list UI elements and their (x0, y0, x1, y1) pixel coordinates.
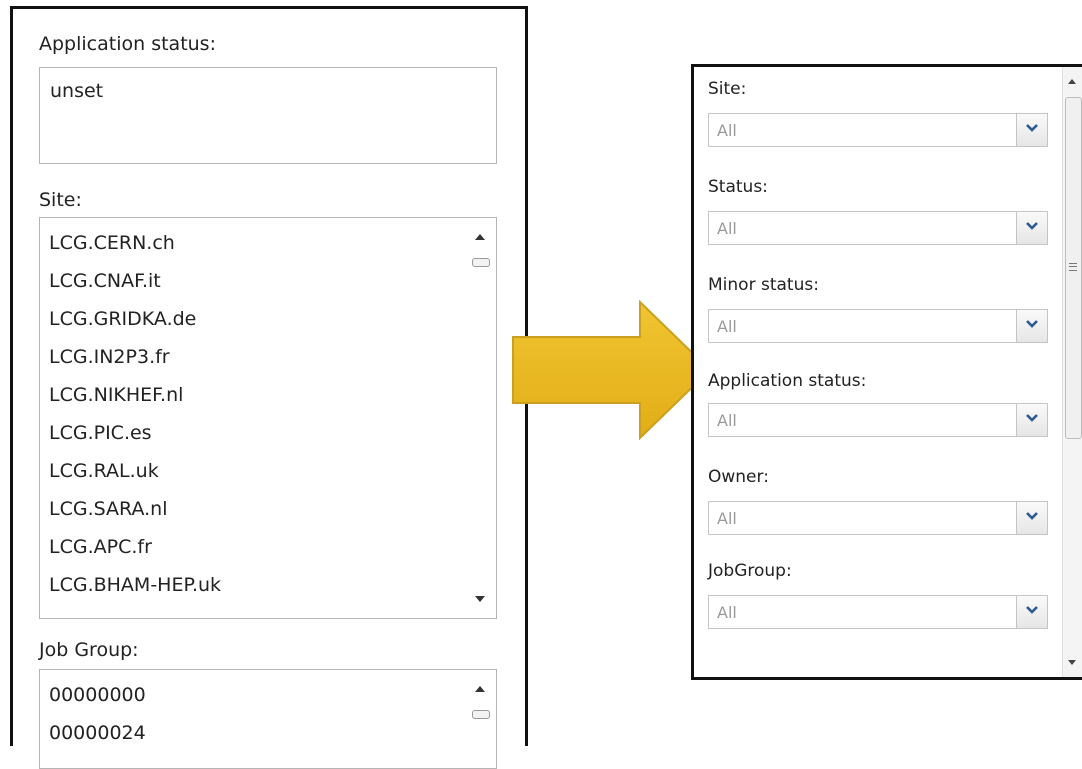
site-combobox[interactable]: All (708, 113, 1048, 147)
old-filter-panel: Application status: unset Site: LCG.CERN… (10, 6, 528, 769)
chevron-down-icon (1026, 124, 1038, 132)
list-item[interactable]: LCG.PIC.es (49, 422, 152, 444)
application-status-value[interactable]: unset (50, 80, 103, 102)
site-filter-label: Site: (708, 79, 747, 99)
scroll-down-icon[interactable] (1068, 660, 1076, 665)
application-status-label: Application status: (39, 33, 216, 55)
filter-panel-scrollbar[interactable] (1062, 67, 1082, 677)
list-item[interactable]: LCG.CERN.ch (49, 232, 175, 254)
list-item[interactable]: LCG.IN2P3.fr (49, 346, 170, 368)
jobgroup-filter-label: JobGroup: (708, 561, 792, 581)
chevron-down-icon (1026, 606, 1038, 614)
scroll-up-icon[interactable] (475, 234, 485, 240)
list-item[interactable]: LCG.NIKHEF.nl (49, 384, 183, 406)
list-item[interactable]: LCG.RAL.uk (49, 460, 159, 482)
jobgroup-combobox-value: All (717, 603, 737, 622)
application-status-listbox[interactable]: unset (39, 67, 497, 164)
status-combobox[interactable]: All (708, 211, 1048, 245)
scroll-down-icon[interactable] (475, 596, 485, 602)
application-status-dropdown-button[interactable] (1016, 404, 1047, 436)
scrollbar-thumb[interactable] (472, 710, 490, 719)
list-item[interactable]: LCG.GRIDKA.de (49, 308, 196, 330)
job-group-label: Job Group: (39, 639, 139, 661)
owner-combobox-value: All (717, 509, 737, 528)
site-label: Site: (39, 189, 82, 211)
jobgroup-combobox[interactable]: All (708, 595, 1048, 629)
minor-status-combobox[interactable]: All (708, 309, 1048, 343)
list-item[interactable]: LCG.APC.fr (49, 536, 152, 558)
chevron-down-icon (1026, 414, 1038, 422)
list-item[interactable]: LCG.CNAF.it (49, 270, 161, 292)
status-filter-label: Status: (708, 177, 768, 197)
status-combobox-value: All (717, 219, 737, 238)
scroll-up-icon[interactable] (1068, 79, 1076, 84)
owner-filter-label: Owner: (708, 467, 769, 487)
job-group-scrollbar[interactable] (466, 670, 496, 768)
list-item[interactable]: LCG.SARA.nl (49, 498, 167, 520)
new-filter-panel: Site: All Status: All Minor status: All … (691, 64, 1082, 680)
list-item[interactable]: 00000024 (49, 722, 146, 744)
scroll-up-icon[interactable] (475, 686, 485, 692)
site-listbox[interactable]: LCG.CERN.ch LCG.CNAF.it LCG.GRIDKA.de LC… (39, 217, 497, 619)
owner-dropdown-button[interactable] (1016, 502, 1047, 534)
minor-status-dropdown-button[interactable] (1016, 310, 1047, 342)
site-dropdown-button[interactable] (1016, 114, 1047, 146)
application-status-filter-label: Application status: (708, 371, 867, 391)
job-group-listbox[interactable]: 00000000 00000024 (39, 669, 497, 769)
chevron-down-icon (1026, 320, 1038, 328)
owner-combobox[interactable]: All (708, 501, 1048, 535)
minor-status-filter-label: Minor status: (708, 275, 819, 295)
jobgroup-dropdown-button[interactable] (1016, 596, 1047, 628)
site-combobox-value: All (717, 121, 737, 140)
grip-icon (1069, 263, 1077, 271)
site-scrollbar[interactable] (466, 218, 496, 618)
chevron-down-icon (1026, 512, 1038, 520)
scrollbar-thumb[interactable] (472, 258, 490, 267)
application-status-combobox-value: All (717, 411, 737, 430)
status-dropdown-button[interactable] (1016, 212, 1047, 244)
application-status-combobox[interactable]: All (708, 403, 1048, 437)
scrollbar-thumb[interactable] (1065, 97, 1082, 439)
list-item[interactable]: 00000000 (49, 684, 146, 706)
chevron-down-icon (1026, 222, 1038, 230)
minor-status-combobox-value: All (717, 317, 737, 336)
list-item[interactable]: LCG.BHAM-HEP.uk (49, 574, 221, 596)
right-arrow-icon (512, 300, 712, 440)
